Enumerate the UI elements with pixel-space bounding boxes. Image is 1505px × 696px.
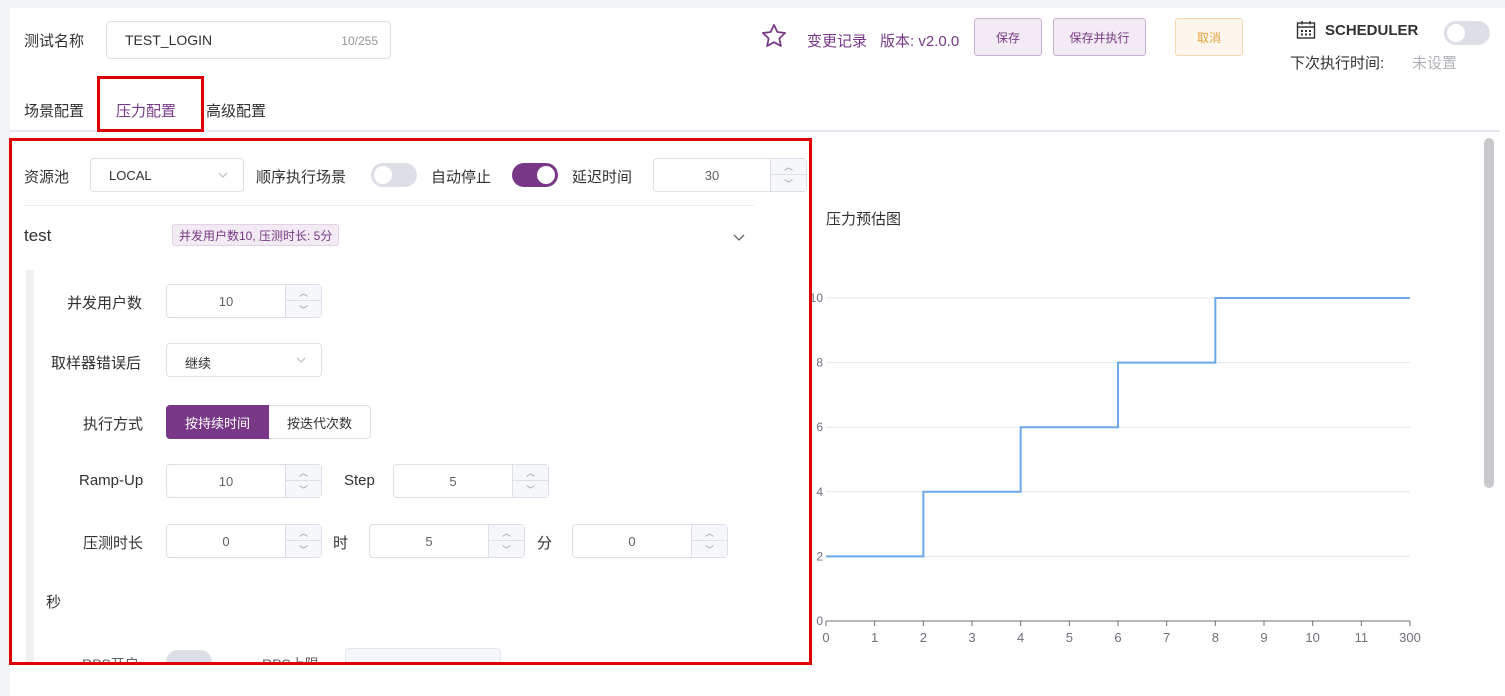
pressure-estimate-chart: 0 2 4 6 8 10 0 1 2 3 4 5 6 7 8 9 10 11 300	[810, 291, 1421, 645]
y-tick-label: 10	[810, 291, 824, 305]
y-tick-label: 0	[816, 614, 823, 628]
x-tick-label: 11	[1355, 630, 1369, 645]
x-tick-label: 4	[1017, 630, 1024, 645]
load-test-editor: 测试名称 TEST_LOGIN 10/255 变更记录 版本: v2.0.0 保…	[9, 8, 1505, 696]
x-tick-label: 8	[1212, 630, 1219, 645]
x-tick-label: 0	[822, 630, 829, 645]
y-tick-label: 4	[816, 485, 823, 499]
x-tick-label: 9	[1260, 630, 1267, 645]
vertical-scrollbar[interactable]	[1484, 138, 1494, 488]
x-tick-label: 7	[1163, 630, 1170, 645]
y-tick-label: 2	[816, 549, 823, 563]
x-tick-label: 300	[1399, 630, 1421, 645]
x-tick-label: 10	[1305, 630, 1319, 645]
x-tick-label: 3	[968, 630, 975, 645]
y-tick-label: 6	[816, 420, 823, 434]
y-tick-label: 8	[816, 356, 823, 370]
x-tick-label: 5	[1066, 630, 1073, 645]
x-tick-label: 1	[871, 630, 878, 645]
x-tick-label: 6	[1114, 630, 1121, 645]
x-tick-label: 2	[920, 630, 927, 645]
